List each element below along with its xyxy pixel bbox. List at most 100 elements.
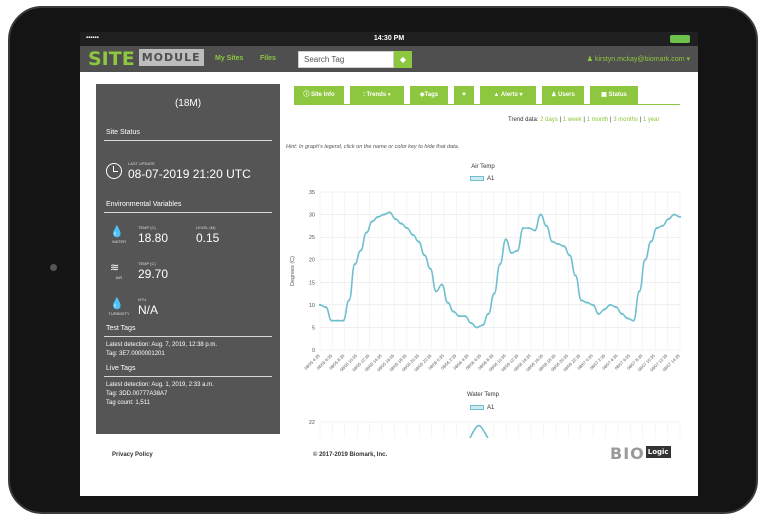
legend-swatch-icon <box>470 405 484 410</box>
air-temp: 29.70 <box>138 267 169 281</box>
y-tick-label: 25 <box>309 235 315 241</box>
data-point <box>423 254 426 257</box>
data-point <box>603 308 606 311</box>
data-point <box>661 224 664 227</box>
data-point <box>417 240 420 243</box>
data-point <box>562 245 565 248</box>
search-tag-button[interactable]: ◆ <box>394 51 412 68</box>
tab-site-info[interactable]: ⓘ Site Info <box>294 86 344 104</box>
data-point <box>336 319 339 322</box>
data-point <box>649 240 653 243</box>
data-point <box>440 283 444 286</box>
tab-alerts[interactable]: ▲ Alerts ▾ <box>480 86 536 104</box>
water-temp-legend[interactable]: A1 <box>470 405 494 411</box>
tab-status[interactable]: ▦ Status <box>590 86 638 104</box>
data-point <box>365 231 368 234</box>
my-sites-link[interactable]: My Sites <box>215 55 243 62</box>
clock-icon <box>106 163 122 179</box>
data-point <box>609 303 612 306</box>
data-point <box>632 319 635 322</box>
data-point <box>342 319 345 322</box>
data-point <box>574 274 577 277</box>
tab-users[interactable]: ♟ Users <box>542 86 584 104</box>
data-point <box>400 222 403 225</box>
trend-1-month[interactable]: 1 month <box>587 117 609 123</box>
data-point <box>551 240 554 243</box>
tab-trends[interactable]: ⫶ Trends ▾ <box>350 86 404 104</box>
site-module-logo[interactable]: SITE MODULE <box>88 48 204 70</box>
tab-fish[interactable]: ✦ <box>454 86 474 104</box>
air-temp-chart: 0510152025303508/05 4:3508/05 6:3508/05 … <box>290 190 682 372</box>
search-input[interactable]: Search Tag <box>298 51 394 68</box>
data-point <box>371 220 374 223</box>
data-point <box>435 290 438 293</box>
data-point <box>394 217 397 221</box>
data-point <box>568 254 571 257</box>
data-point <box>347 299 351 302</box>
data-point <box>620 312 624 315</box>
data-point <box>493 292 496 295</box>
data-point <box>510 251 513 255</box>
trend-3-months[interactable]: 3 months <box>613 117 638 123</box>
air-temp-title: Air Temp <box>471 164 495 170</box>
data-point <box>487 312 490 315</box>
app-screen: ▪▪▪▪▪▪ 14:30 PM SITE MODULE My Sites File… <box>80 32 698 496</box>
data-point <box>533 229 536 232</box>
data-point <box>504 238 507 241</box>
water-temp: 18.80 <box>138 231 169 245</box>
privacy-policy-link[interactable]: Privacy Policy <box>112 452 153 458</box>
water-drop-icon: 💧 <box>110 226 124 238</box>
data-point <box>481 324 484 327</box>
user-menu[interactable]: ♟ kirstyn.mckay@biomark.com ▾ <box>587 55 690 63</box>
site-title: (18M) <box>174 98 202 109</box>
air-row: ≋ AIR TEMP (C) 29.70 <box>110 261 169 281</box>
turbidity-row: 💧 TURBIDITY NTU N/A <box>108 297 159 317</box>
trend-2-days[interactable]: 2 days <box>540 117 558 123</box>
data-point <box>556 242 560 246</box>
tab-tags[interactable]: ◆Tags <box>410 86 448 104</box>
trend-1-week[interactable]: 1 week <box>563 117 582 123</box>
data-point <box>678 215 682 218</box>
data-point <box>382 213 385 216</box>
data-point <box>597 312 600 315</box>
data-point <box>580 299 583 302</box>
data-point <box>376 215 380 218</box>
turbidity-icon: 💧 <box>110 298 124 310</box>
site-status-heading: Site Status <box>106 129 140 136</box>
fish-icon: ✦ <box>461 92 467 98</box>
chart-hint: Hint: In graph's legend, click on the na… <box>286 144 460 150</box>
data-point <box>359 249 362 252</box>
data-point <box>655 227 658 230</box>
data-point <box>545 224 548 227</box>
data-point <box>626 317 629 320</box>
water-temp-title: Water Temp <box>466 392 499 398</box>
tag-icon: ◆ <box>399 55 407 64</box>
data-point <box>527 227 531 230</box>
last-update-value: 08-07-2019 21:20 UTC <box>128 167 251 181</box>
water-temp-chart: 22 <box>309 420 681 438</box>
data-point <box>388 211 391 214</box>
site-sidebar: (18M) Site Status LAST UPDATE 08-07-2019… <box>96 84 280 434</box>
data-point <box>469 321 473 325</box>
y-tick-label: 30 <box>309 213 315 219</box>
data-point <box>353 263 356 266</box>
water-temp-series-line <box>469 424 489 438</box>
data-point <box>446 301 449 304</box>
y-tick-label: 10 <box>309 303 315 309</box>
data-point <box>324 306 327 309</box>
air-temp-series-line <box>319 211 681 329</box>
live-tags-heading: Live Tags <box>106 365 136 372</box>
data-point <box>667 217 670 221</box>
data-point <box>330 319 333 322</box>
biologic-logo: BIO Logic <box>610 444 671 463</box>
data-point <box>585 301 589 304</box>
data-point <box>644 258 647 261</box>
legend-swatch-icon <box>470 176 484 181</box>
last-update: LAST UPDATE 08-07-2019 21:20 UTC <box>106 159 280 189</box>
y-axis-label: Degrees (C) <box>290 256 296 286</box>
top-navbar: SITE MODULE My Sites Files Search Tag ◆ ♟… <box>80 46 698 72</box>
trend-1-year[interactable]: 1 year <box>643 117 660 123</box>
files-link[interactable]: Files <box>260 55 276 62</box>
y-tick-label: 22 <box>309 420 315 426</box>
trend-selector: Trend data: 2 days | 1 week | 1 month | … <box>508 117 660 123</box>
